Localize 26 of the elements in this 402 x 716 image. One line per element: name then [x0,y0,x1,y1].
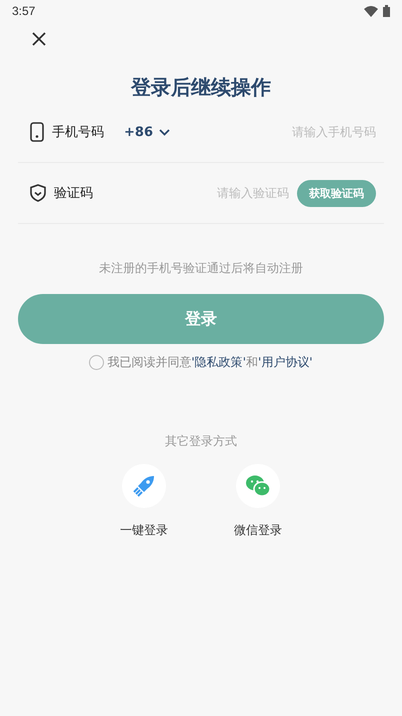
page-title: 登录后继续操作 [130,74,272,101]
chevron-down-icon [158,128,170,136]
agreement-link[interactable]: '用户协议' [258,354,313,371]
phone-label: 手机号码 [52,124,104,141]
chat-bubbles-icon [245,475,271,497]
phone-input-field[interactable]: 请输入手机号码 [178,125,376,139]
login-option-label: 一键登录 [120,522,168,539]
rocket-icon [133,475,155,497]
status-time: 3:57 [12,4,36,18]
battery-icon [383,5,390,17]
agreement-text: 和 [246,354,258,371]
phone-icon [30,122,44,142]
agreement-text: 我已阅读并同意 [107,354,192,371]
wifi-icon [364,6,378,16]
code-label: 验证码 [54,185,93,202]
login-option-label: 微信登录 [234,522,282,539]
code-input-field[interactable]: 请输入验证码 [101,186,289,200]
hint-text: 未注册的手机号验证通过后将自动注册 [98,260,304,277]
one-tap-login-button[interactable] [122,464,166,508]
close-icon[interactable] [32,32,46,46]
wechat-login-button[interactable] [236,464,280,508]
other-login-title: 其它登录方式 [164,433,238,450]
country-code-dropdown[interactable]: +86 [112,124,170,140]
agree-checkbox[interactable] [89,355,104,370]
agreement-link[interactable]: '隐私政策' [191,354,246,371]
shield-icon [30,184,46,202]
